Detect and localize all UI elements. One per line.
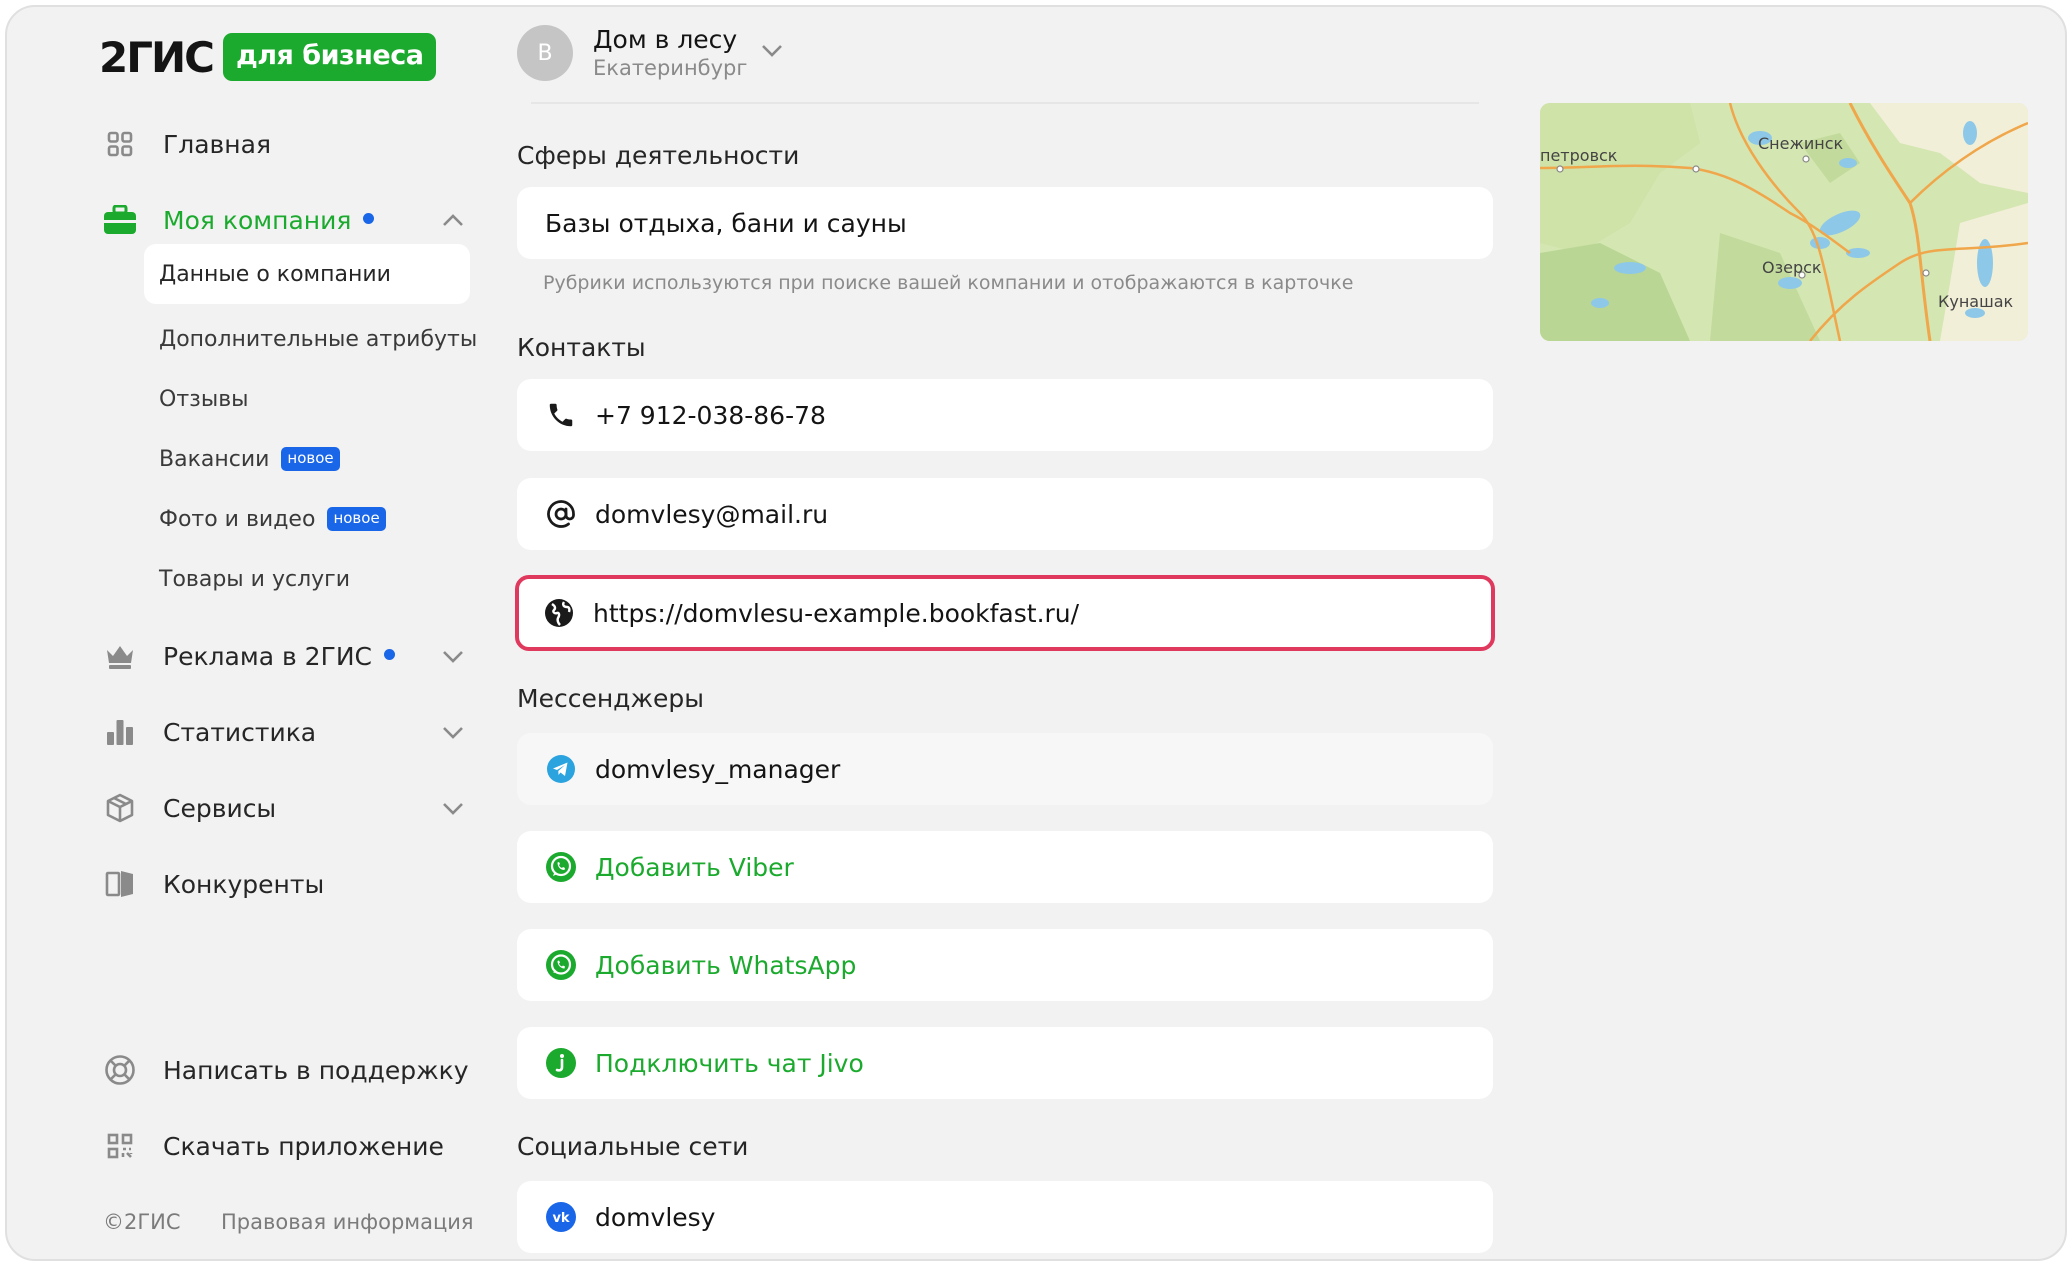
activity-value: Базы отдыха, бани и сауны [545,208,907,238]
notification-dot [383,649,395,660]
subitem-label: Отзывы [159,386,249,412]
sidebar-item-label: Статистика [163,717,317,747]
sidebar-item-home[interactable]: Главная [103,124,271,164]
download-app-link[interactable]: Скачать приложение [103,1126,444,1166]
main-content: В Дом в лесу Екатеринбург Сферы деятельн… [515,7,1507,1259]
telegram-value: domvlesy_manager [595,754,841,784]
map-preview[interactable]: петровск Снежинск Озерск Кунашак [1540,103,2028,341]
sidebar: 2ГИС для бизнеса Главная Моя компания Да… [7,7,497,1259]
jivo-icon [545,1047,577,1079]
chevron-down-icon [761,42,783,61]
avatar: В [517,25,573,81]
map-label: петровск [1540,146,1618,165]
briefcase-icon [103,203,137,237]
company-name: Дом в лесу [593,25,738,54]
map-label: Кунашак [1938,292,2014,311]
viber-icon [545,851,577,883]
chevron-up-icon[interactable] [439,206,467,234]
map-label: Снежинск [1758,134,1844,153]
app-frame: 2ГИС для бизнеса Главная Моя компания Да… [5,5,2067,1261]
box-icon [103,791,137,825]
subitem-vacancies[interactable]: Вакансии новое [159,442,340,476]
telegram-icon [545,753,577,785]
phone-field[interactable]: +7 912-038-86-78 [517,379,1493,451]
subitem-label: Фото и видео [159,506,316,532]
crown-icon [103,639,137,673]
chevron-down-icon[interactable] [439,794,467,822]
contacts-section-title: Контакты [517,333,646,362]
grid-icon [103,127,137,161]
chevron-down-icon[interactable] [439,718,467,746]
activity-section-title: Сферы деятельности [517,141,800,170]
add-viber-button[interactable]: Добавить Viber [517,831,1493,903]
sidebar-item-label: Скачать приложение [163,1131,444,1161]
subitem-goods-services[interactable]: Товары и услуги [159,562,350,596]
vk-icon: vk [545,1201,577,1233]
email-value: domvlesy@mail.ru [595,499,829,529]
connect-jivo-button[interactable]: Подключить чат Jivo [517,1027,1493,1099]
notification-dot [363,213,375,224]
vk-value: domvlesy [595,1202,716,1232]
phone-icon [545,399,577,431]
logo[interactable]: 2ГИС для бизнеса [99,31,437,83]
subitem-reviews[interactable]: Отзывы [159,382,249,416]
sidebar-item-my-company[interactable]: Моя компания [103,200,473,240]
sidebar-item-label: Моя компания [163,205,352,235]
sidebar-item-competitors[interactable]: Конкуренты [103,864,324,904]
sidebar-item-label: Сервисы [163,793,277,823]
add-whatsapp-label: Добавить WhatsApp [595,950,857,980]
bar-chart-icon [103,715,137,749]
website-value: https://domvlesu-example.bookfast.ru/ [593,598,1080,628]
company-switcher[interactable]: В Дом в лесу Екатеринбург [517,25,783,81]
activity-hint: Рубрики используются при поиске вашей ко… [543,272,1354,294]
new-badge: новое [327,507,386,531]
connect-jivo-label: Подключить чат Jivo [595,1048,864,1078]
sidebar-item-statistics[interactable]: Статистика [103,712,473,752]
subitem-photo-video[interactable]: Фото и видео новое [159,502,386,536]
subitem-label: Товары и услуги [159,566,351,592]
sidebar-item-label: Конкуренты [163,869,325,899]
sidebar-item-label: Реклама в 2ГИС [163,641,372,671]
qr-code-icon [103,1129,137,1163]
globe-icon [543,597,575,629]
lifebuoy-icon [103,1053,137,1087]
social-section-title: Социальные сети [517,1132,749,1161]
support-link[interactable]: Написать в поддержку [103,1050,469,1090]
new-badge: новое [281,447,340,471]
vk-field[interactable]: vk domvlesy [517,1181,1493,1253]
sidebar-item-label: Главная [163,129,271,159]
company-city: Екатеринбург [593,56,748,80]
copyright: ©2ГИС [103,1210,181,1234]
chevron-down-icon[interactable] [439,642,467,670]
subitem-label: Вакансии [159,446,270,472]
activity-field[interactable]: Базы отдыха, бани и сауны [517,187,1493,259]
add-whatsapp-button[interactable]: Добавить WhatsApp [517,929,1493,1001]
subitem-label: Дополнительные атрибуты [159,326,478,352]
divider [531,102,1479,104]
telegram-field[interactable]: domvlesy_manager [517,733,1493,805]
map-label: Озерск [1762,258,1822,277]
subitem-company-data[interactable]: Данные о компании [159,257,391,291]
email-field[interactable]: domvlesy@mail.ru [517,478,1493,550]
sidebar-item-advertising[interactable]: Реклама в 2ГИС [103,636,473,676]
at-sign-icon [545,498,577,530]
logo-text: 2ГИС [99,32,215,82]
sidebar-item-label: Написать в поддержку [163,1055,469,1085]
svg-text:vk: vk [552,1211,569,1226]
legal-info-link[interactable]: Правовая информация [221,1210,474,1234]
subitem-label: Данные о компании [159,261,391,287]
website-field[interactable]: https://domvlesu-example.bookfast.ru/ [515,575,1495,651]
competitors-icon [103,867,137,901]
logo-badge: для бизнеса [222,33,437,81]
add-viber-label: Добавить Viber [595,852,794,882]
whatsapp-icon [545,949,577,981]
sidebar-item-services[interactable]: Сервисы [103,788,473,828]
messengers-section-title: Мессенджеры [517,684,704,713]
subitem-extra-attributes[interactable]: Дополнительные атрибуты [159,322,477,356]
phone-value: +7 912-038-86-78 [595,400,826,430]
